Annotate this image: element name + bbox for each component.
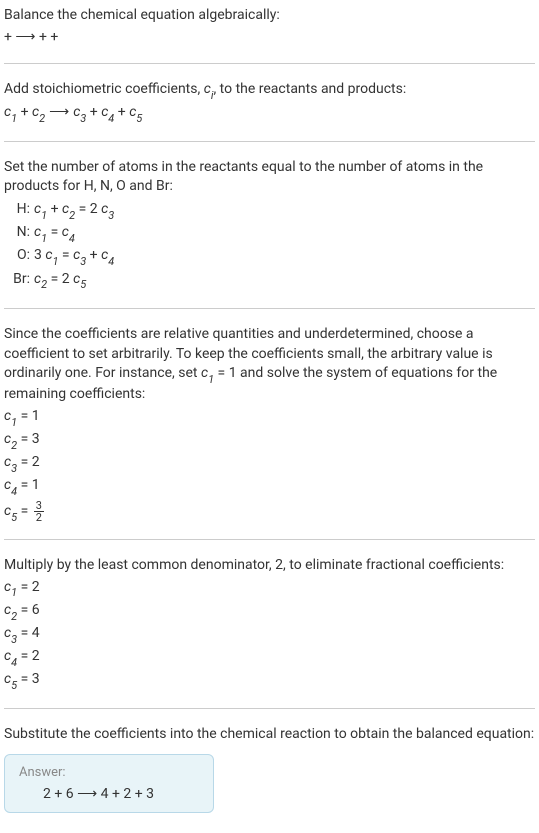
stoich-intro: Add stoichiometric coefficients, ci, to … — [4, 80, 535, 101]
sub: 2 — [11, 439, 17, 452]
stoich-line: c1 + c2 ⟶ c3 + c4 + c5 — [4, 103, 535, 124]
atom-label: O: — [6, 245, 34, 268]
text: = — [47, 224, 62, 240]
sub: 1 — [11, 416, 17, 429]
sub: 2 — [11, 610, 17, 623]
text: = 1 — [17, 408, 40, 424]
sub: 4 — [11, 485, 17, 498]
solve-line: c5 = 3 — [4, 670, 535, 691]
sub: 1 — [52, 255, 58, 268]
sub: 4 — [108, 255, 114, 268]
sub: 3 — [80, 112, 86, 125]
sub: 5 — [11, 511, 17, 524]
text: = 2 — [17, 454, 40, 470]
divider — [4, 708, 535, 709]
sub: 3 — [11, 633, 17, 646]
atom-row: O: 3 c1 = c3 + c4 — [6, 245, 535, 268]
text: = 1 — [17, 477, 40, 493]
atom-row: Br: c2 = 2 c5 — [6, 269, 535, 292]
text: 3 — [34, 247, 45, 263]
sub: 5 — [80, 278, 86, 291]
text: , to the reactants and products: — [213, 81, 406, 97]
atom-label: N: — [6, 222, 34, 245]
lcd-text: Multiply by the least common denominator… — [4, 556, 535, 576]
sub: 1 — [11, 112, 17, 125]
answer-content: 2 + 6 ⟶ 4 + 2 + 3 — [19, 786, 199, 802]
sub: 1 — [208, 373, 214, 386]
c: c — [62, 224, 69, 240]
divider — [4, 539, 535, 540]
solve-line-frac: c5 = 32 — [4, 500, 535, 523]
arbitrary-intro: Since the coefficients are relative quan… — [4, 325, 535, 405]
sub: 4 — [108, 112, 114, 125]
sub: 4 — [11, 656, 17, 669]
text: = 2 — [47, 271, 73, 287]
numerator: 3 — [34, 500, 44, 512]
arrow-icon: ⟶ — [49, 103, 69, 123]
text: = 4 — [17, 625, 40, 641]
text: = 2 — [75, 201, 101, 217]
solve-line: c2 = 6 — [4, 601, 535, 622]
page-title: Balance the chemical equation algebraica… — [4, 6, 535, 26]
solve-line: c3 = 4 — [4, 624, 535, 645]
sub: 2 — [39, 112, 45, 125]
solve-line: c1 = 2 — [4, 578, 535, 599]
sub: 1 — [11, 586, 17, 599]
substitute-text: Substitute the coefficients into the che… — [4, 725, 535, 745]
atoms-intro: Set the number of atoms in the reactants… — [4, 158, 535, 197]
atom-eq: 3 c1 = c3 + c4 — [34, 245, 535, 268]
answer-box: Answer: 2 + 6 ⟶ 4 + 2 + 3 — [4, 754, 214, 813]
atom-eq: c1 = c4 — [34, 222, 535, 245]
sub: 2 — [41, 278, 47, 291]
divider — [4, 308, 535, 309]
answer-label: Answer: — [19, 765, 199, 780]
reaction-skeleton: + ⟶ + + — [4, 28, 535, 48]
atom-label: H: — [6, 199, 34, 222]
text: + — [17, 104, 32, 120]
atom-label: Br: — [6, 269, 34, 292]
c: c — [201, 365, 208, 381]
text: = — [58, 247, 73, 263]
denominator: 2 — [34, 512, 44, 523]
sub: 5 — [11, 679, 17, 692]
atom-equations: H: c1 + c2 = 2 c3 N: c1 = c4 O: 3 c1 = c… — [6, 199, 535, 292]
atom-row: N: c1 = c4 — [6, 222, 535, 245]
sub: 1 — [41, 232, 47, 245]
sub: 5 — [136, 112, 142, 125]
divider — [4, 63, 535, 64]
fraction: 32 — [34, 500, 44, 523]
text: + — [47, 201, 62, 217]
text: = 3 — [17, 431, 40, 447]
sub: 3 — [11, 462, 17, 475]
text: = 3 — [17, 671, 40, 687]
stoich-var: c — [204, 81, 211, 97]
solve-line: c4 = 2 — [4, 647, 535, 668]
divider — [4, 141, 535, 142]
sub: 1 — [41, 209, 47, 222]
solve-line: c2 = 3 — [4, 430, 535, 451]
text: Add stoichiometric coefficients, — [4, 81, 204, 97]
text: + — [86, 247, 101, 263]
text: = 2 — [17, 579, 40, 595]
text: = 6 — [17, 602, 40, 618]
solve-line: c1 = 1 — [4, 407, 535, 428]
solve-line: c4 = 1 — [4, 476, 535, 497]
text: = — [17, 503, 32, 519]
text: = 2 — [17, 648, 40, 664]
atom-eq: c1 + c2 = 2 c3 — [34, 199, 535, 222]
text: + — [114, 104, 129, 120]
atom-eq: c2 = 2 c5 — [34, 269, 535, 292]
sub: 3 — [108, 209, 114, 222]
sub: 4 — [69, 232, 75, 245]
sub: 2 — [69, 209, 75, 222]
sub: 3 — [80, 255, 86, 268]
solve-line: c3 = 2 — [4, 453, 535, 474]
text: + — [86, 104, 101, 120]
atom-row: H: c1 + c2 = 2 c3 — [6, 199, 535, 222]
